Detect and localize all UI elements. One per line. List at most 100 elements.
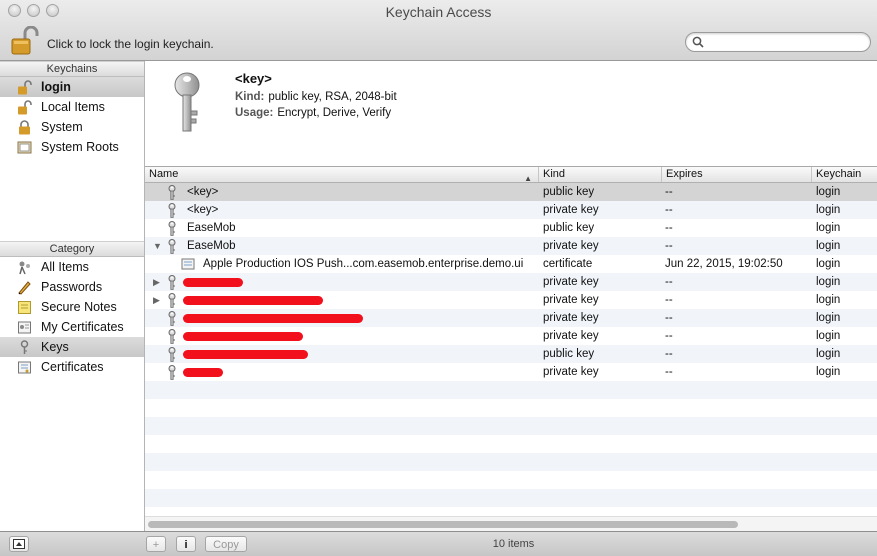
- sidebar-item-label: Secure Notes: [41, 300, 117, 314]
- folder-icon: [17, 141, 32, 154]
- row-expires: --: [665, 294, 673, 306]
- key-icon: [174, 72, 200, 132]
- key-icon: [168, 293, 176, 308]
- row-expires: --: [665, 186, 673, 198]
- item-usage: Usage: Encrypt, Derive, Verify: [235, 107, 391, 119]
- row-name: <key>: [187, 186, 219, 198]
- disclosure-closed-icon[interactable]: ▶: [153, 273, 160, 291]
- sidebar-item-keys[interactable]: Keys: [0, 337, 144, 357]
- row-expires: --: [665, 276, 673, 288]
- empty-row: [145, 381, 877, 399]
- row-kind: private key: [543, 366, 599, 378]
- row-kind: private key: [543, 330, 599, 342]
- table-row[interactable]: public key -- login: [145, 345, 877, 363]
- row-kind: private key: [543, 204, 599, 216]
- row-keychain: login: [816, 348, 841, 360]
- sidebar-item-my-certificates[interactable]: My Certificates: [0, 317, 144, 337]
- item-kind: Kind: public key, RSA, 2048-bit: [235, 91, 397, 103]
- usage-value: Encrypt, Derive, Verify: [277, 107, 392, 119]
- key-icon: [168, 185, 176, 200]
- sidebar-item-secure-notes[interactable]: Secure Notes: [0, 297, 144, 317]
- sidebar-item-label: Local Items: [41, 100, 105, 114]
- row-kind: public key: [543, 222, 595, 234]
- lock-keychain-button[interactable]: [10, 25, 40, 56]
- row-kind: public key: [543, 186, 595, 198]
- redaction-mark: [183, 278, 243, 287]
- row-kind: private key: [543, 312, 599, 324]
- scrollbar-thumb[interactable]: [148, 521, 738, 528]
- key-icon: [168, 275, 176, 290]
- table-row[interactable]: ▶ private key -- login: [145, 273, 877, 291]
- sidebar-item-certificates[interactable]: Certificates: [0, 357, 144, 377]
- sidebar: Keychains login Local Items System Syste…: [0, 61, 145, 531]
- usage-label: Usage:: [235, 107, 274, 119]
- row-name: [187, 363, 535, 381]
- item-title: <key>: [235, 71, 272, 86]
- table-row[interactable]: ▶ private key -- login: [145, 291, 877, 309]
- row-kind: private key: [543, 294, 599, 306]
- horizontal-scrollbar[interactable]: [145, 516, 877, 532]
- key-icon: [168, 365, 176, 380]
- sidebar-item-local-items[interactable]: Local Items: [0, 97, 144, 117]
- column-header-keychain[interactable]: Keychain: [812, 167, 877, 182]
- empty-row: [145, 399, 877, 417]
- row-keychain: login: [816, 204, 841, 216]
- empty-row: [145, 453, 877, 471]
- column-header-name[interactable]: Name ▲: [145, 167, 539, 183]
- redaction-mark: [183, 314, 363, 323]
- disclosure-open-icon[interactable]: ▼: [153, 237, 162, 255]
- sidebar-item-login[interactable]: login: [0, 77, 144, 97]
- sidebar-item-label: login: [41, 80, 71, 94]
- lock-open-icon: [11, 25, 39, 55]
- empty-row: [145, 435, 877, 453]
- table-row[interactable]: private key -- login: [145, 363, 877, 381]
- kind-label: Kind:: [235, 91, 265, 103]
- keychains-header: Keychains: [0, 61, 144, 77]
- row-keychain: login: [816, 222, 841, 234]
- row-kind: certificate: [543, 258, 593, 270]
- search-icon: [692, 36, 704, 48]
- table-body: <key> public key -- login <key> private key --…: [145, 183, 877, 525]
- table-row[interactable]: private key -- login: [145, 309, 877, 327]
- table-row[interactable]: private key -- login: [145, 327, 877, 345]
- key-icon: [168, 311, 176, 326]
- table-row[interactable]: <key> public key -- login: [145, 183, 877, 201]
- column-header-expires[interactable]: Expires: [662, 167, 812, 182]
- column-header-label: Expires: [666, 168, 703, 180]
- table-row[interactable]: Apple Production IOS Push...com.easemob.…: [145, 255, 877, 273]
- sidebar-item-all-items[interactable]: All Items: [0, 257, 144, 277]
- column-header-kind[interactable]: Kind: [539, 167, 662, 182]
- sidebar-item-system[interactable]: System: [0, 117, 144, 137]
- pencil-icon: [18, 281, 31, 295]
- item-count: 10 items: [492, 538, 535, 550]
- search-input[interactable]: [708, 34, 862, 52]
- table-row[interactable]: ▼ EaseMob private key -- login: [145, 237, 877, 255]
- lock-open-icon: [18, 80, 32, 95]
- row-keychain: login: [816, 366, 841, 378]
- row-expires: --: [665, 222, 673, 234]
- window-title: Keychain Access: [385, 4, 492, 20]
- key-icon: [168, 239, 176, 254]
- sidebar-item-label: Certificates: [41, 360, 104, 374]
- search-field[interactable]: [685, 32, 871, 52]
- row-expires: --: [665, 366, 673, 378]
- table-row[interactable]: <key> private key -- login: [145, 201, 877, 219]
- row-name: EaseMob: [187, 240, 236, 252]
- disclosure-closed-icon[interactable]: ▶: [153, 291, 160, 309]
- row-keychain: login: [816, 186, 841, 198]
- items-table: Name ▲ Kind Expires Keychain <key> public…: [145, 167, 877, 531]
- table-row[interactable]: EaseMob public key -- login: [145, 219, 877, 237]
- key-icon: [168, 347, 176, 362]
- row-expires: --: [665, 240, 673, 252]
- row-kind: public key: [543, 348, 595, 360]
- sidebar-item-label: All Items: [41, 260, 89, 274]
- redaction-mark: [183, 296, 323, 305]
- row-keychain: login: [816, 258, 841, 270]
- row-keychain: login: [816, 330, 841, 342]
- table-header: Name ▲ Kind Expires Keychain: [145, 167, 877, 183]
- sidebar-item-system-roots[interactable]: System Roots: [0, 137, 144, 157]
- redaction-mark: [183, 368, 223, 377]
- key-icon: [168, 221, 176, 236]
- sidebar-item-passwords[interactable]: Passwords: [0, 277, 144, 297]
- row-kind: private key: [543, 240, 599, 252]
